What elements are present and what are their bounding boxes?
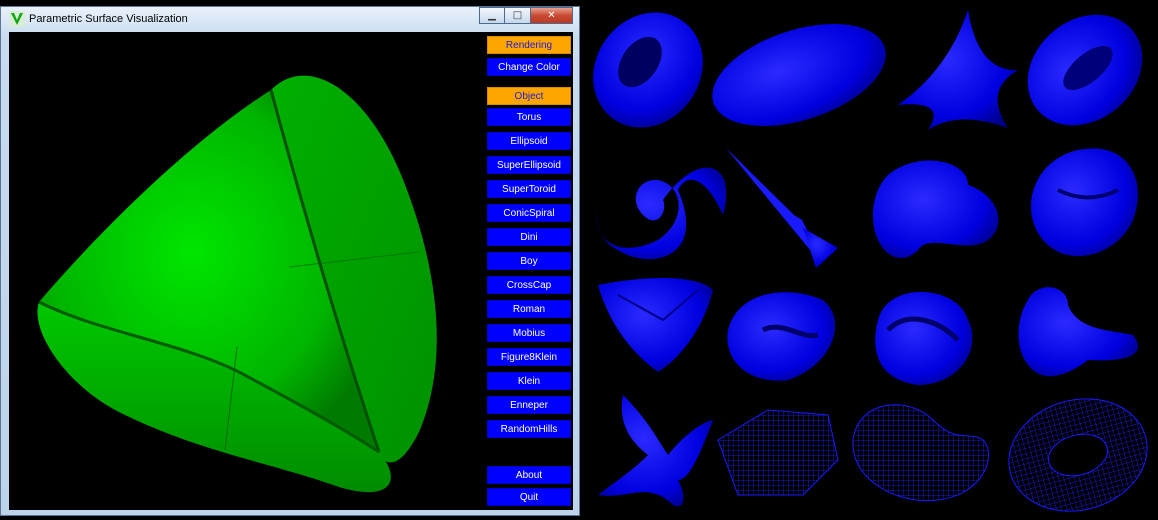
surface-gallery [588, 0, 1158, 520]
gallery-roman [598, 278, 713, 372]
close-button[interactable]: ✕ [531, 7, 573, 24]
maximize-icon: □ [512, 10, 523, 21]
object-boy-button[interactable]: Boy [487, 252, 571, 270]
surface-viewport[interactable] [9, 32, 479, 510]
gallery-conic-spiral [596, 167, 727, 260]
object-figure8klein-button[interactable]: Figure8Klein [487, 348, 571, 366]
change-color-button[interactable]: Change Color [487, 58, 571, 76]
gallery-ellipsoid [712, 23, 886, 127]
object-torus-button[interactable]: Torus [487, 108, 571, 126]
gallery-klein [1018, 287, 1138, 377]
gallery-mobius-wireframe [852, 404, 990, 502]
gallery-torus-wireframe [1008, 398, 1148, 512]
about-button[interactable]: About [487, 466, 571, 484]
maximize-button[interactable]: □ [505, 7, 531, 24]
rendering-header: Rendering [487, 36, 571, 54]
gallery-figure8-klein [875, 291, 973, 385]
object-header: Object [487, 87, 571, 105]
gallery-super-toroid [1027, 14, 1143, 126]
minimize-icon: ▁ [488, 10, 496, 21]
quit-button[interactable]: Quit [487, 488, 571, 506]
object-roman-button[interactable]: Roman [487, 300, 571, 318]
gallery-super-ellipsoid [898, 10, 1018, 130]
object-ellipsoid-button[interactable]: Ellipsoid [487, 132, 571, 150]
app-window: Parametric Surface Visualization ▁ □ ✕ R… [0, 6, 580, 516]
object-dini-button[interactable]: Dini [487, 228, 571, 246]
object-klein-button[interactable]: Klein [487, 372, 571, 390]
object-crosscap-button[interactable]: CrossCap [487, 276, 571, 294]
side-menu: Rendering Change Color Object Torus Elli… [487, 32, 573, 510]
object-randomhills-button[interactable]: RandomHills [487, 420, 571, 438]
object-mobius-button[interactable]: Mobius [487, 324, 571, 342]
title-bar[interactable]: Parametric Surface Visualization ▁ □ ✕ [1, 7, 579, 31]
object-supertoroid-button[interactable]: SuperToroid [487, 180, 571, 198]
gallery-cross-cap [1030, 148, 1138, 257]
gallery-enneper [598, 395, 713, 507]
app-logo-icon [9, 11, 25, 27]
gallery-torus [593, 12, 703, 128]
minimize-button[interactable]: ▁ [479, 7, 505, 24]
gallery-random-hills [717, 409, 839, 496]
window-title: Parametric Surface Visualization [29, 13, 188, 25]
gallery-boy [873, 160, 999, 258]
client-area: Rendering Change Color Object Torus Elli… [9, 32, 573, 510]
gallery-dini [726, 148, 838, 268]
gallery-mobius [727, 292, 836, 381]
object-conicspiral-button[interactable]: ConicSpiral [487, 204, 571, 222]
close-icon: ✕ [547, 10, 556, 21]
object-enneper-button[interactable]: Enneper [487, 396, 571, 414]
object-superellipsoid-button[interactable]: SuperEllipsoid [487, 156, 571, 174]
